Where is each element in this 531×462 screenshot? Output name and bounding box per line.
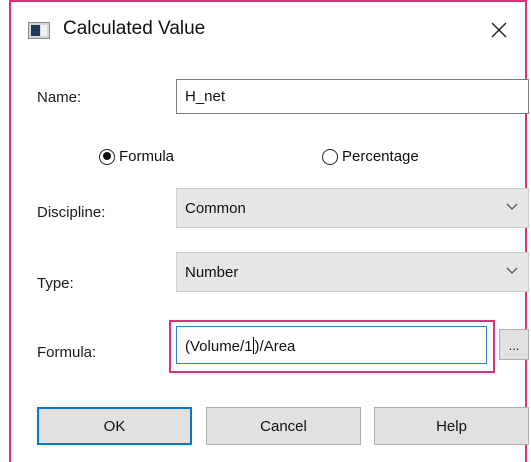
formula-input-value: (Volume/1)/Area bbox=[185, 337, 295, 355]
formula-text-before-caret: (Volume/1 bbox=[185, 338, 253, 355]
cancel-button[interactable]: Cancel bbox=[206, 407, 361, 445]
formula-radio-indicator bbox=[99, 148, 115, 165]
calculated-value-app-icon bbox=[28, 22, 50, 39]
formula-radio[interactable]: Formula bbox=[99, 148, 174, 165]
percentage-radio[interactable]: Percentage bbox=[322, 148, 419, 165]
formula-radio-label: Formula bbox=[119, 148, 175, 165]
formula-browse-button[interactable]: ... bbox=[499, 329, 529, 360]
close-button[interactable] bbox=[481, 12, 517, 48]
discipline-select-value: Common bbox=[185, 200, 246, 217]
name-label: Name: bbox=[37, 89, 82, 106]
calculated-value-dialog: Calculated Value Name: H_net Formula Per… bbox=[9, 0, 529, 462]
formula-input[interactable]: (Volume/1)/Area bbox=[176, 326, 487, 364]
percentage-radio-indicator bbox=[322, 148, 338, 165]
type-label: Type: bbox=[37, 275, 74, 292]
formula-label: Formula: bbox=[37, 344, 97, 361]
dialog-title: Calculated Value bbox=[63, 18, 206, 39]
discipline-select[interactable]: Common bbox=[176, 188, 529, 228]
name-input[interactable]: H_net bbox=[176, 79, 529, 114]
formula-text-after-caret: )/Area bbox=[254, 338, 296, 355]
type-select-value: Number bbox=[185, 264, 239, 281]
chevron-down-icon bbox=[506, 203, 518, 210]
help-button[interactable]: Help bbox=[374, 407, 529, 445]
discipline-label: Discipline: bbox=[37, 204, 106, 221]
chevron-down-icon bbox=[506, 267, 518, 274]
ok-button[interactable]: OK bbox=[37, 407, 192, 445]
close-icon bbox=[491, 22, 507, 38]
title-bar: Calculated Value bbox=[11, 0, 525, 58]
percentage-radio-label: Percentage bbox=[342, 148, 419, 165]
name-input-value: H_net bbox=[185, 88, 226, 105]
type-select[interactable]: Number bbox=[176, 252, 529, 292]
